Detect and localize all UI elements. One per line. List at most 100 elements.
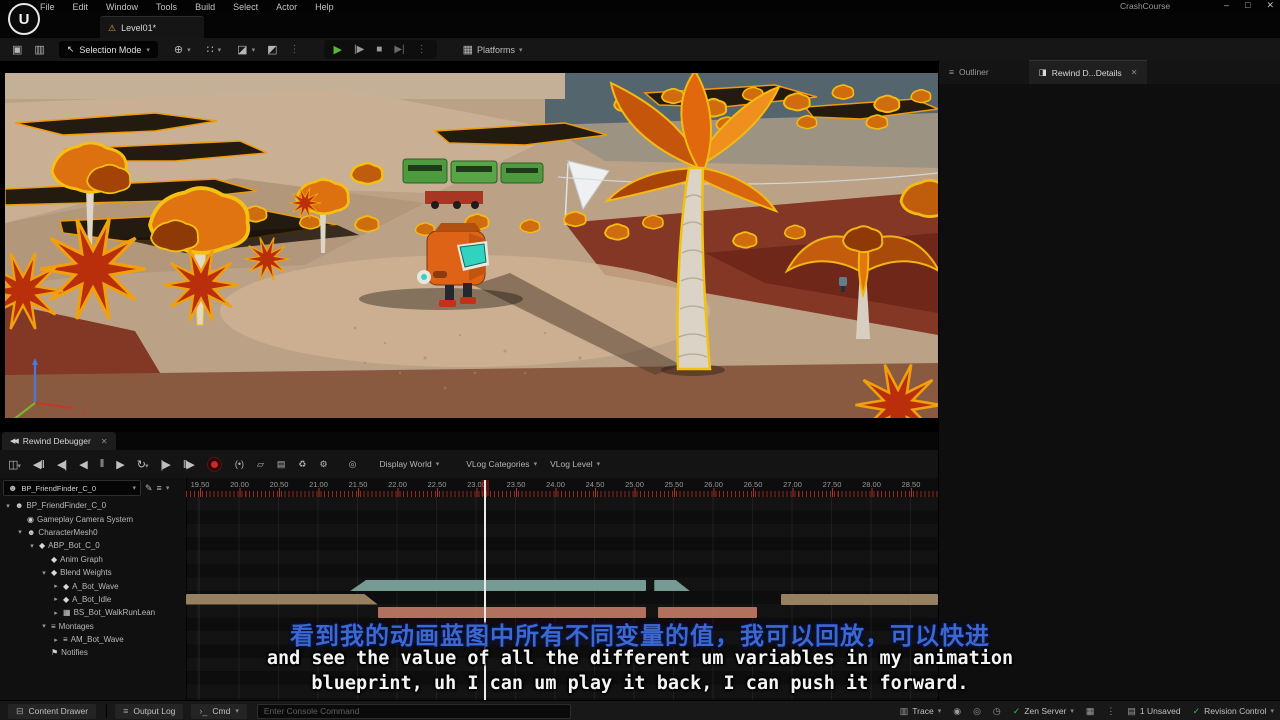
- record-button[interactable]: [207, 457, 222, 472]
- record-icon: [211, 461, 218, 468]
- screenshot-icon[interactable]: ◉: [953, 706, 961, 717]
- output-log-button[interactable]: ≡ Output Log: [115, 704, 183, 719]
- next-frame-button[interactable]: |▶: [160, 458, 169, 471]
- expander-arrow-icon[interactable]: [4, 502, 12, 510]
- revision-control-label: Revision Control: [1204, 706, 1266, 716]
- tree-item-label: ABP_Bot_C_0: [48, 541, 100, 550]
- derived-data-icon[interactable]: ▦: [1086, 706, 1095, 717]
- timeline-ruler[interactable]: 19.5020.0020.5021.0021.5022.0022.5023.00…: [186, 480, 938, 497]
- display-world-dropdown[interactable]: Display World▾: [379, 459, 439, 469]
- transform-tools-button[interactable]: ∷ ▾: [207, 43, 222, 56]
- vlog-toggle-button[interactable]: ◎: [349, 459, 357, 470]
- unsaved-button[interactable]: ▤ 1 Unsaved: [1127, 706, 1180, 717]
- rewind-debugger-tab-bar: ◀◀ Rewind Debugger ✕: [0, 432, 938, 450]
- content-drawer-button[interactable]: ⊟ Content Drawer: [8, 704, 96, 719]
- right-dock-panel: ≡ Outliner ◨ Rewind D...Details ✕: [938, 60, 1280, 700]
- debugger-settings-button[interactable]: ⚙: [320, 459, 328, 470]
- rewind-details-tab-label: Rewind D...Details: [1052, 68, 1122, 78]
- stop-button[interactable]: ■: [376, 44, 382, 55]
- blueprints-icon[interactable]: ◩: [267, 43, 277, 56]
- outliner-tab[interactable]: ≡ Outliner: [939, 60, 999, 84]
- level-tab[interactable]: ⚠ Level01*: [100, 16, 204, 39]
- camera-mode-button[interactable]: ◫▾: [8, 458, 20, 471]
- close-icon[interactable]: ✕: [101, 437, 108, 446]
- chevron-down-icon[interactable]: ▾: [166, 484, 170, 492]
- save-icon[interactable]: ▣: [12, 43, 22, 56]
- tree-item[interactable]: BP_FriendFinder_C_0: [0, 499, 186, 512]
- go-to-first-frame-button[interactable]: ◀‖: [33, 458, 44, 471]
- cinematics-button[interactable]: ◪ ▾: [237, 43, 255, 56]
- trace-dropdown[interactable]: ▥ Trace ▾: [900, 706, 941, 717]
- platforms-dropdown[interactable]: ▦ Platforms ▾: [463, 43, 523, 56]
- menu-item[interactable]: Edit: [73, 2, 89, 12]
- play-options-icon[interactable]: ⋮: [417, 44, 427, 55]
- timeline-segment-A_Bot_Idle[interactable]: [781, 594, 938, 605]
- selection-mode-dropdown[interactable]: ↖ Selection Mode ▾: [59, 41, 158, 58]
- expander-arrow-icon[interactable]: [28, 542, 36, 550]
- tree-item[interactable]: Gameplay Camera System: [0, 512, 186, 525]
- camera-capture-icon[interactable]: ◎: [973, 706, 981, 717]
- play-reverse-button[interactable]: ◀: [79, 458, 86, 471]
- close-button[interactable]: ✕: [1266, 0, 1274, 11]
- timeline-segment-A_Bot_Wave[interactable]: [654, 580, 690, 591]
- menu-item[interactable]: Help: [315, 2, 334, 12]
- ruler-tick-label: 27.00: [777, 480, 809, 489]
- debug-target-select[interactable]: ☻ BP_FriendFinder_C_0 ▾: [3, 480, 141, 496]
- pause-button[interactable]: ‖: [100, 458, 104, 470]
- eyedropper-icon[interactable]: ✎: [145, 483, 153, 494]
- skip-button[interactable]: ▶|: [394, 44, 404, 55]
- save-recording-button[interactable]: ▤: [277, 459, 286, 470]
- tree-item[interactable]: A_Bot_Idle: [0, 593, 186, 606]
- go-to-last-frame-button[interactable]: ‖▶: [183, 458, 194, 471]
- expander-arrow-icon[interactable]: [16, 528, 24, 536]
- expander-arrow-icon[interactable]: [52, 595, 60, 603]
- tree-item[interactable]: Anim Graph: [0, 553, 186, 566]
- minimize-button[interactable]: –: [1224, 0, 1229, 11]
- close-icon[interactable]: ✕: [1131, 68, 1138, 77]
- cmd-label: Cmd: [212, 706, 230, 716]
- expander-arrow-icon[interactable]: [40, 569, 48, 577]
- menu-item[interactable]: Build: [195, 2, 215, 12]
- menu-item[interactable]: Actor: [276, 2, 297, 12]
- timeline-tracks[interactable]: [186, 497, 938, 700]
- tree-item[interactable]: Blend Weights: [0, 566, 186, 579]
- cmd-icon: ›_: [199, 706, 207, 716]
- chevron-down-icon: ▾: [235, 707, 239, 715]
- restore-button[interactable]: □: [1245, 0, 1250, 11]
- selection-mode-label: Selection Mode: [79, 45, 141, 55]
- tree-item[interactable]: ABP_Bot_C_0: [0, 539, 186, 552]
- status-overflow-icon[interactable]: ⋮: [1106, 706, 1115, 717]
- game-viewport[interactable]: x: [5, 73, 938, 418]
- menu-item[interactable]: Tools: [156, 2, 177, 12]
- vlog-categories-dropdown[interactable]: VLog Categories▾: [466, 459, 537, 469]
- rewind-details-tab[interactable]: ◨ Rewind D...Details ✕: [1029, 60, 1148, 85]
- anim-icon: [63, 582, 69, 591]
- import-content-icon[interactable]: ▥: [34, 43, 44, 56]
- add-actor-button[interactable]: ⊕ ▾: [174, 43, 191, 56]
- load-recording-button[interactable]: ▱: [257, 459, 264, 470]
- menu-item[interactable]: Window: [106, 2, 138, 12]
- zen-server-dropdown[interactable]: ✓ Zen Server ▾: [1013, 706, 1074, 717]
- loop-playback-button[interactable]: ↻▾: [137, 458, 148, 471]
- play-forward-button[interactable]: ▶: [116, 458, 123, 471]
- menu-item[interactable]: File: [40, 2, 55, 12]
- expander-arrow-icon[interactable]: [52, 582, 60, 590]
- toolbar-overflow-icon[interactable]: ⋮: [290, 44, 300, 55]
- previous-frame-button[interactable]: ◀|: [57, 458, 66, 471]
- filter-icon[interactable]: ≡: [157, 483, 162, 493]
- timeline-segment-A_Bot_Idle[interactable]: [186, 594, 378, 605]
- step-frame-button[interactable]: |▶: [354, 44, 364, 55]
- auto-record-icon[interactable]: (•): [235, 459, 244, 469]
- console-command-input[interactable]: [257, 704, 571, 719]
- tree-item[interactable]: A_Bot_Wave: [0, 579, 186, 592]
- timeline-segment-A_Bot_Wave[interactable]: [350, 580, 646, 591]
- play-button[interactable]: ▶: [334, 43, 342, 56]
- clear-recording-button[interactable]: ♻: [298, 459, 306, 470]
- rewind-debugger-tab[interactable]: ◀◀ Rewind Debugger ✕: [2, 432, 116, 450]
- cmd-dropdown[interactable]: ›_ Cmd ▾: [191, 704, 246, 719]
- vlog-level-dropdown[interactable]: VLog Level▾: [550, 459, 600, 469]
- tree-item[interactable]: CharacterMesh0: [0, 526, 186, 539]
- revision-control-dropdown[interactable]: ✓ Revision Control ▾: [1193, 706, 1274, 717]
- anim-icon: [51, 555, 57, 564]
- menu-item[interactable]: Select: [233, 2, 258, 12]
